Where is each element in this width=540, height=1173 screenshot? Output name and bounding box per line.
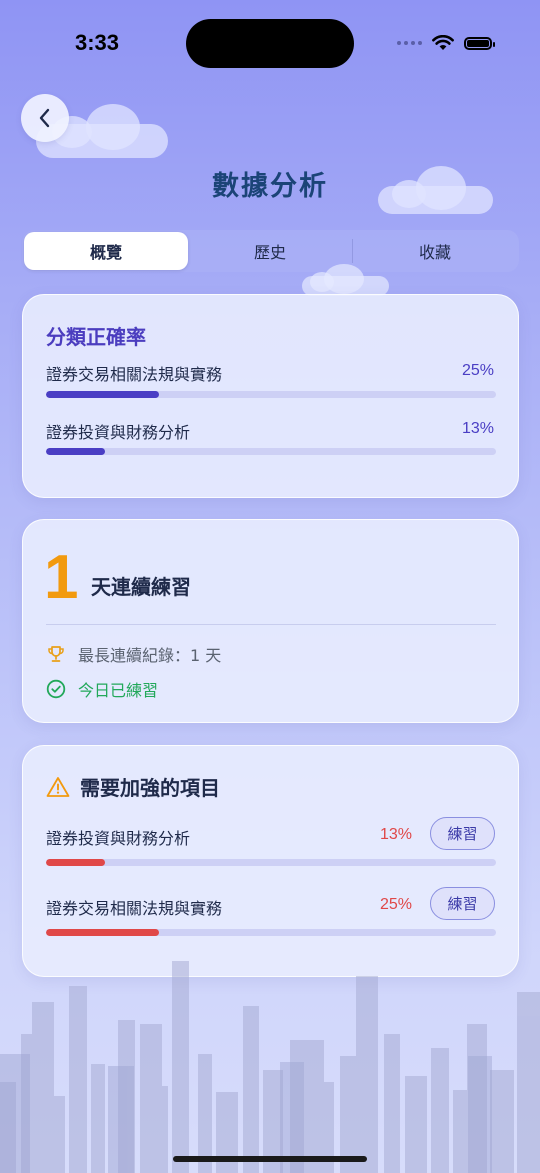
progress-track <box>46 929 496 936</box>
progress-fill <box>46 448 105 455</box>
practice-button[interactable]: 練習 <box>430 887 495 920</box>
progress-track <box>46 448 496 455</box>
progress-fill <box>46 929 159 936</box>
card-title: 需要加強的項目 <box>80 776 220 800</box>
page-title: 數據分析 <box>212 171 328 202</box>
segmented-tabs: 概覽 歷史 收藏 <box>22 230 519 272</box>
signal-icon <box>397 41 422 45</box>
city-skyline-decoration <box>0 961 540 1173</box>
status-time: 3:33 <box>75 30 120 55</box>
tab-history[interactable]: 歷史 <box>188 232 352 270</box>
today-practiced-text: 今日已練習 <box>78 681 159 700</box>
check-circle-icon <box>46 679 66 699</box>
best-streak-text: 最長連續紀錄：1 天 <box>78 646 222 665</box>
weak-item-label: 證券交易相關法規與實務 <box>46 899 223 918</box>
weak-areas-card: 需要加強的項目 證券投資與財務分析 13% 練習 證券交易相關法規與實務 25%… <box>22 745 519 977</box>
tab-favorites[interactable]: 收藏 <box>353 232 517 270</box>
status-icons <box>397 35 495 51</box>
card-title: 分類正確率 <box>46 325 146 349</box>
tab-overview[interactable]: 概覽 <box>24 232 188 270</box>
streak-card: 1 天連續練習 最長連續紀錄：1 天 今日已練習 <box>22 519 519 723</box>
weak-areas-header: 需要加強的項目 <box>46 772 220 801</box>
category-label: 證券投資與財務分析 <box>46 423 191 442</box>
warning-icon <box>46 776 70 797</box>
category-label: 證券交易相關法規與實務 <box>46 365 223 384</box>
category-accuracy-card: 分類正確率 證券交易相關法規與實務 25% 證券投資與財務分析 13% <box>22 294 519 498</box>
dynamic-island <box>186 19 354 68</box>
home-indicator[interactable] <box>173 1156 367 1162</box>
weak-item-percent: 13% <box>379 826 412 843</box>
divider <box>46 624 496 625</box>
best-streak-row: 最長連續紀錄：1 天 <box>46 642 221 666</box>
progress-track <box>46 391 496 398</box>
weak-item-label: 證券投資與財務分析 <box>46 829 191 848</box>
battery-icon <box>464 36 495 50</box>
category-percent: 25% <box>461 362 494 379</box>
trophy-icon <box>48 646 64 662</box>
back-button[interactable] <box>21 94 69 142</box>
category-percent: 13% <box>461 420 494 437</box>
streak-label: 天連續練習 <box>91 575 191 599</box>
wifi-icon <box>432 35 454 50</box>
cloud-decoration <box>302 264 389 296</box>
progress-fill <box>46 391 159 398</box>
today-practiced-row: 今日已練習 <box>46 677 158 701</box>
streak-count: 1 <box>44 543 79 612</box>
practice-button[interactable]: 練習 <box>430 817 495 850</box>
progress-fill <box>46 859 105 866</box>
progress-track <box>46 859 496 866</box>
weak-item-percent: 25% <box>379 896 412 913</box>
chevron-left-icon <box>39 108 50 128</box>
